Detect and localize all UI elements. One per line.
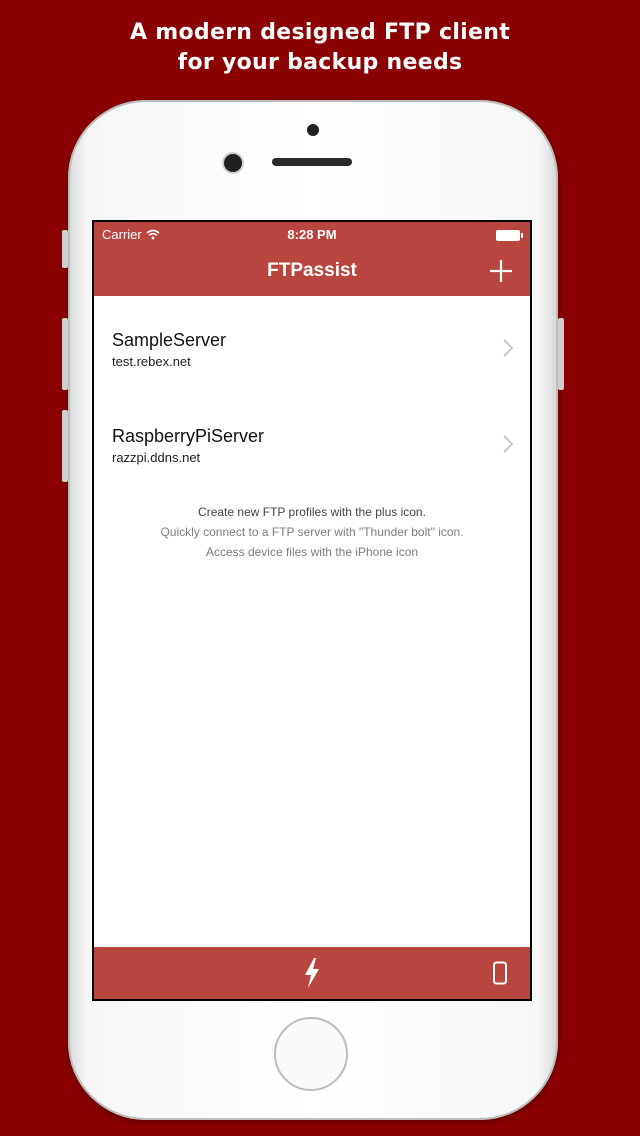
server-host: razzpi.ddns.net xyxy=(112,450,201,465)
app-view: Carrier 8:28 PM FTPassist SampleServer t… xyxy=(94,222,530,999)
volume-down-button xyxy=(62,410,68,482)
thunder-bolt-icon[interactable] xyxy=(300,957,324,989)
earpiece-speaker xyxy=(272,158,352,166)
home-button xyxy=(274,1017,348,1091)
server-row-sampleserver[interactable]: SampleServer test.rebex.net xyxy=(94,326,530,396)
status-time: 8:28 PM xyxy=(287,227,337,242)
chevron-right-icon xyxy=(503,339,514,357)
promo-headline-line1: A modern designed FTP client xyxy=(129,20,511,45)
server-row-raspberrypiserver[interactable]: RaspberryPiServer razzpi.ddns.net xyxy=(94,422,530,492)
plus-icon[interactable] xyxy=(488,258,514,284)
bottom-toolbar xyxy=(94,947,530,999)
promo-headline: A modern designed FTP client for your ba… xyxy=(0,18,640,78)
front-camera xyxy=(224,154,242,172)
server-host: test.rebex.net xyxy=(112,354,191,369)
status-bar: Carrier 8:28 PM xyxy=(94,222,530,246)
proximity-sensor xyxy=(307,124,319,136)
iphone-icon[interactable] xyxy=(492,961,508,985)
help-text-line: Access device files with the iPhone icon xyxy=(205,545,419,559)
power-button xyxy=(558,318,564,390)
navigation-bar: Carrier 8:28 PM FTPassist xyxy=(94,222,530,296)
server-name: SampleServer xyxy=(112,330,227,350)
help-text-line: Create new FTP profiles with the plus ic… xyxy=(198,505,426,519)
volume-up-button xyxy=(62,318,68,390)
phone-screen: Carrier 8:28 PM FTPassist SampleServer t… xyxy=(92,220,532,1001)
promo-headline-line2: for your backup needs xyxy=(177,50,463,75)
page-title: FTPassist xyxy=(267,260,357,281)
battery-icon xyxy=(496,230,523,241)
help-text: Create new FTP profiles with the plus ic… xyxy=(94,502,530,562)
chevron-right-icon xyxy=(503,435,514,453)
help-text-line: Quickly connect to a FTP server with "Th… xyxy=(160,525,464,539)
server-name: RaspberryPiServer xyxy=(112,426,265,446)
mute-switch xyxy=(62,230,68,268)
